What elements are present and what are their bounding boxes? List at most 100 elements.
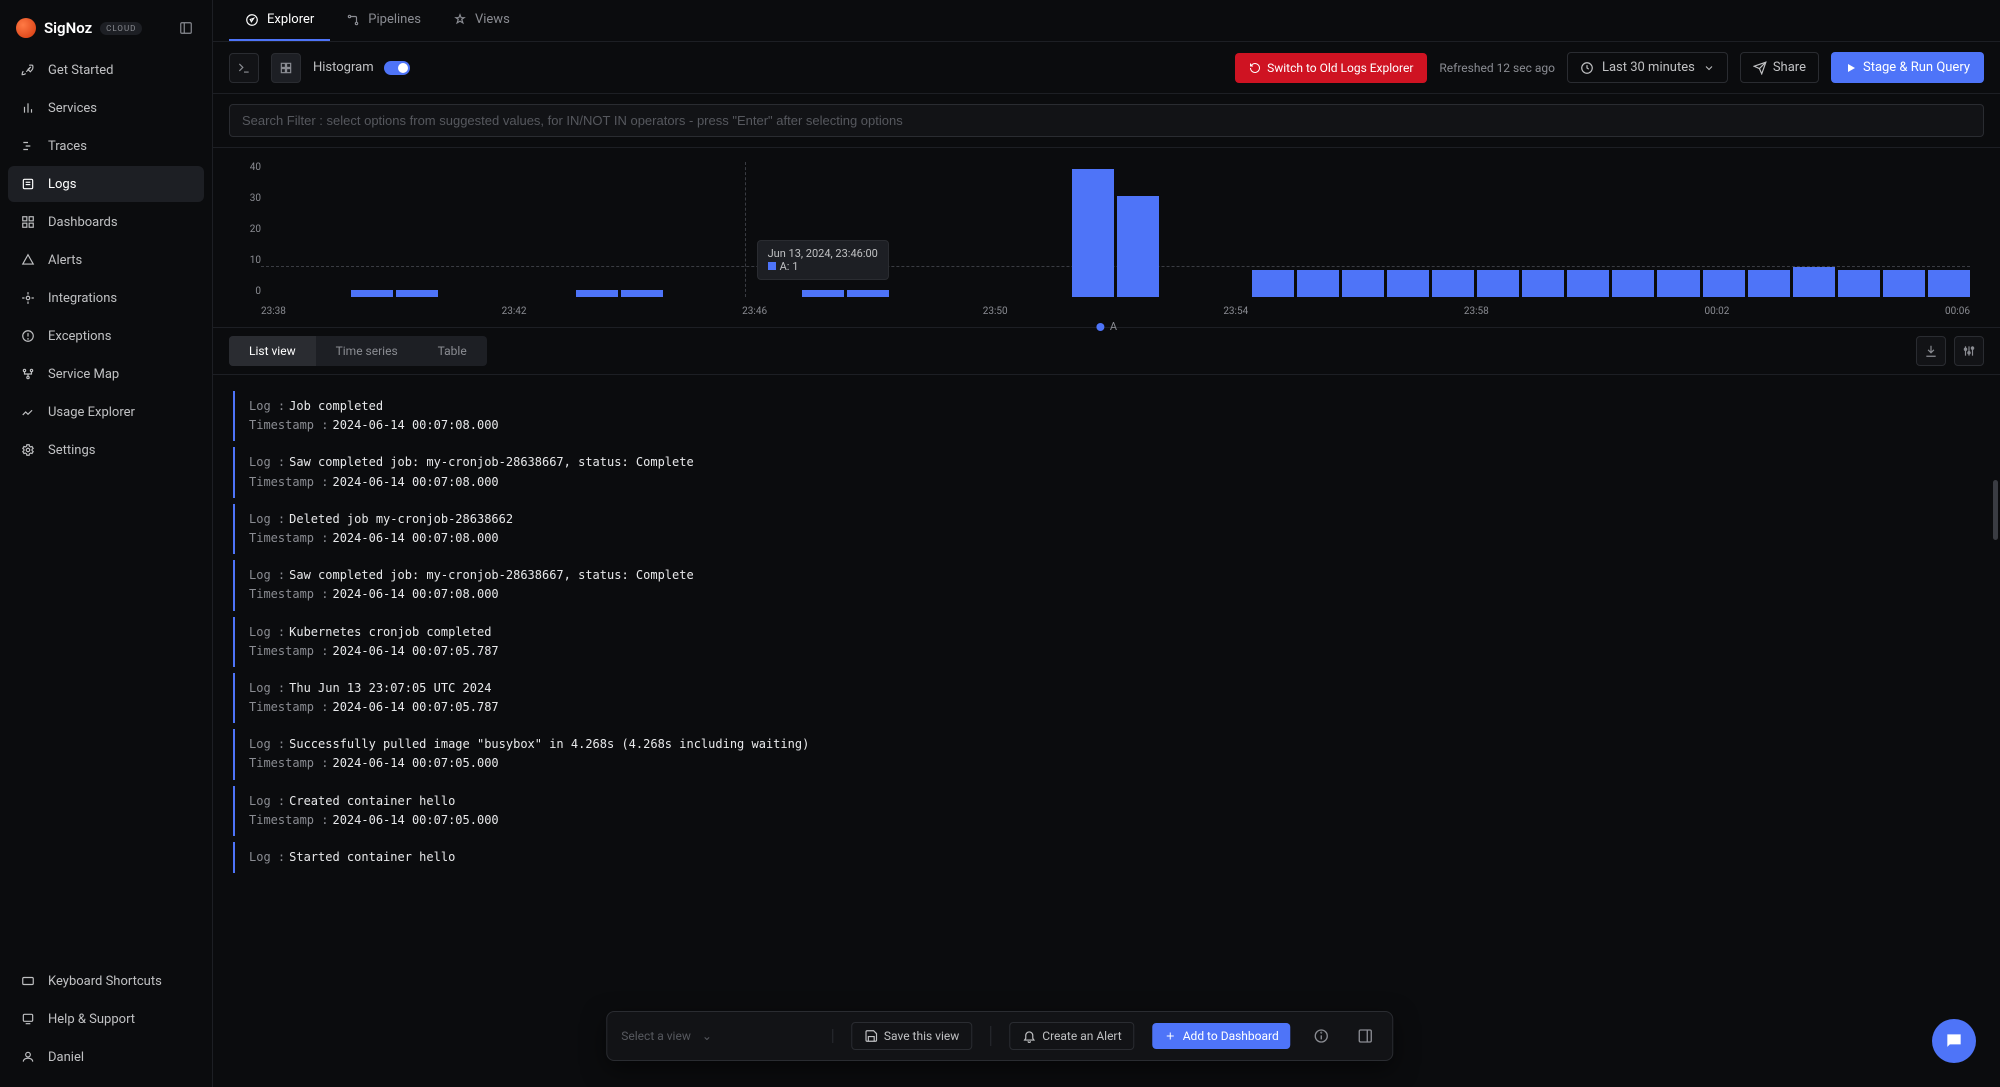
- timestamp-key: Timestamp :: [249, 754, 328, 773]
- info-button[interactable]: [1309, 1023, 1335, 1049]
- chart-bar[interactable]: [1117, 196, 1159, 297]
- sidebar-item-integrations[interactable]: Integrations: [8, 280, 204, 316]
- tab-pipelines[interactable]: Pipelines: [330, 0, 437, 41]
- save-view-button[interactable]: Save this view: [851, 1022, 972, 1050]
- sidebar-item-user[interactable]: Daniel: [8, 1039, 204, 1075]
- chart-bar[interactable]: [1432, 270, 1474, 297]
- sidebar-item-help[interactable]: Help & Support: [8, 1001, 204, 1037]
- sidebar-item-label: Logs: [48, 177, 76, 192]
- stage-run-query-button[interactable]: Stage & Run Query: [1831, 52, 1984, 83]
- sidebar-item-settings[interactable]: Settings: [8, 432, 204, 468]
- create-alert-label: Create an Alert: [1042, 1029, 1121, 1043]
- log-entry[interactable]: Log : Saw completed job: my-cronjob-2863…: [233, 447, 1980, 497]
- chart-bar[interactable]: [1342, 270, 1384, 297]
- sidebar-item-services[interactable]: Services: [8, 90, 204, 126]
- add-to-dashboard-button[interactable]: Add to Dashboard: [1153, 1023, 1291, 1049]
- chart-bar[interactable]: [351, 290, 393, 297]
- chart-bar[interactable]: [1477, 270, 1519, 297]
- log-entry[interactable]: Log : Saw completed job: my-cronjob-2863…: [233, 560, 1980, 610]
- chart-bar[interactable]: [1252, 270, 1294, 297]
- query-builder-toggle-1[interactable]: [229, 53, 259, 83]
- chart-bar[interactable]: [576, 290, 618, 297]
- sidebar-item-label: Integrations: [48, 291, 117, 306]
- sidebar-item-keyboard-shortcuts[interactable]: Keyboard Shortcuts: [8, 963, 204, 999]
- sidebar-item-dashboards[interactable]: Dashboards: [8, 204, 204, 240]
- scrollbar[interactable]: [1992, 370, 2000, 1087]
- view-table[interactable]: Table: [418, 336, 487, 366]
- chart-bar[interactable]: [1612, 270, 1654, 297]
- chart-bar[interactable]: [1072, 169, 1114, 297]
- log-entry[interactable]: Log : Job completedTimestamp : 2024-06-1…: [233, 391, 1980, 441]
- scrollbar-thumb[interactable]: [1993, 480, 1998, 540]
- log-entry[interactable]: Log : Started container hello: [233, 842, 1980, 873]
- brand-name: SigNoz: [44, 19, 92, 37]
- chart-bar[interactable]: [847, 290, 889, 297]
- view-list[interactable]: List view: [229, 336, 316, 366]
- chart-bar[interactable]: [1748, 270, 1790, 297]
- rocket-icon: [20, 62, 36, 78]
- time-range-label: Last 30 minutes: [1602, 60, 1695, 75]
- sidebar-item-service-map[interactable]: Service Map: [8, 356, 204, 392]
- chart-bar[interactable]: [1567, 270, 1609, 297]
- timestamp-value: 2024-06-14 00:07:05.000: [332, 811, 498, 830]
- sidebar-item-get-started[interactable]: Get Started: [8, 52, 204, 88]
- download-button[interactable]: [1916, 336, 1946, 366]
- view-time-series[interactable]: Time series: [316, 336, 418, 366]
- log-key: Log :: [249, 453, 285, 472]
- sidebar-item-logs[interactable]: Logs: [8, 166, 204, 202]
- view-switcher-bar: List view Time series Table: [213, 328, 2000, 375]
- terminal-icon: [237, 61, 251, 75]
- expand-button[interactable]: [1353, 1023, 1379, 1049]
- chart-bar[interactable]: [621, 290, 663, 297]
- chart-bar[interactable]: [1387, 270, 1429, 297]
- legend-swatch: [1096, 323, 1104, 331]
- y-tick: 10: [237, 255, 261, 266]
- chart-bar[interactable]: [1522, 270, 1564, 297]
- chart-bar[interactable]: [396, 290, 438, 297]
- sidebar-item-alerts[interactable]: Alerts: [8, 242, 204, 278]
- sidebar-item-label: Settings: [48, 443, 95, 458]
- logs-list[interactable]: Log : Job completedTimestamp : 2024-06-1…: [213, 375, 2000, 1087]
- columns-button[interactable]: [1954, 336, 1984, 366]
- sidebar-collapse-button[interactable]: [176, 18, 196, 38]
- sidebar-item-exceptions[interactable]: Exceptions: [8, 318, 204, 354]
- undo-icon: [1249, 62, 1261, 74]
- share-label: Share: [1773, 60, 1806, 75]
- share-button[interactable]: Share: [1740, 52, 1819, 83]
- tab-explorer[interactable]: Explorer: [229, 0, 330, 41]
- log-entry[interactable]: Log : Successfully pulled image "busybox…: [233, 729, 1980, 779]
- chart-bar[interactable]: [1297, 270, 1339, 297]
- gear-icon: [20, 442, 36, 458]
- chart-bar[interactable]: [1928, 270, 1970, 297]
- chart-bar[interactable]: [1838, 270, 1880, 297]
- switch-old-logs-button[interactable]: Switch to Old Logs Explorer: [1235, 53, 1427, 83]
- log-entry[interactable]: Log : Kubernetes cronjob completedTimest…: [233, 617, 1980, 667]
- chart-bar[interactable]: [1883, 270, 1925, 297]
- chat-fab[interactable]: [1932, 1019, 1976, 1063]
- sidebar-nav: Get Started Services Traces Logs Dashboa…: [8, 52, 204, 468]
- query-builder-toggle-2[interactable]: [271, 53, 301, 83]
- sidebar-item-label: Service Map: [48, 367, 119, 382]
- time-range-picker[interactable]: Last 30 minutes: [1567, 52, 1728, 83]
- sidebar-item-label: Traces: [48, 139, 87, 154]
- panel-left-icon: [179, 21, 193, 35]
- histogram-chart[interactable]: 40 30 20 10 0 Jun 13, 2024, 23:46:00 A: …: [213, 148, 2000, 328]
- create-alert-button[interactable]: Create an Alert: [1009, 1022, 1134, 1050]
- chart-y-ticks: 40 30 20 10 0: [237, 162, 261, 297]
- sidebar-item-traces[interactable]: Traces: [8, 128, 204, 164]
- chart-bar[interactable]: [1703, 270, 1745, 297]
- log-entry[interactable]: Log : Deleted job my-cronjob-28638662Tim…: [233, 504, 1980, 554]
- tab-views[interactable]: Views: [437, 0, 526, 41]
- chart-bar[interactable]: [1657, 270, 1699, 297]
- select-view-dropdown[interactable]: Select a view ⌄: [621, 1029, 833, 1043]
- histogram-toggle[interactable]: [384, 61, 410, 75]
- search-input[interactable]: [229, 104, 1984, 137]
- sidebar-item-usage-explorer[interactable]: Usage Explorer: [8, 394, 204, 430]
- log-entry[interactable]: Log : Thu Jun 13 23:07:05 UTC 2024Timest…: [233, 673, 1980, 723]
- chart-bar[interactable]: [1793, 267, 1835, 297]
- chevron-down-icon: [1703, 62, 1715, 74]
- views-icon: [453, 13, 467, 27]
- chart-bar[interactable]: [802, 290, 844, 297]
- log-key: Log :: [249, 792, 285, 811]
- log-entry[interactable]: Log : Created container helloTimestamp :…: [233, 786, 1980, 836]
